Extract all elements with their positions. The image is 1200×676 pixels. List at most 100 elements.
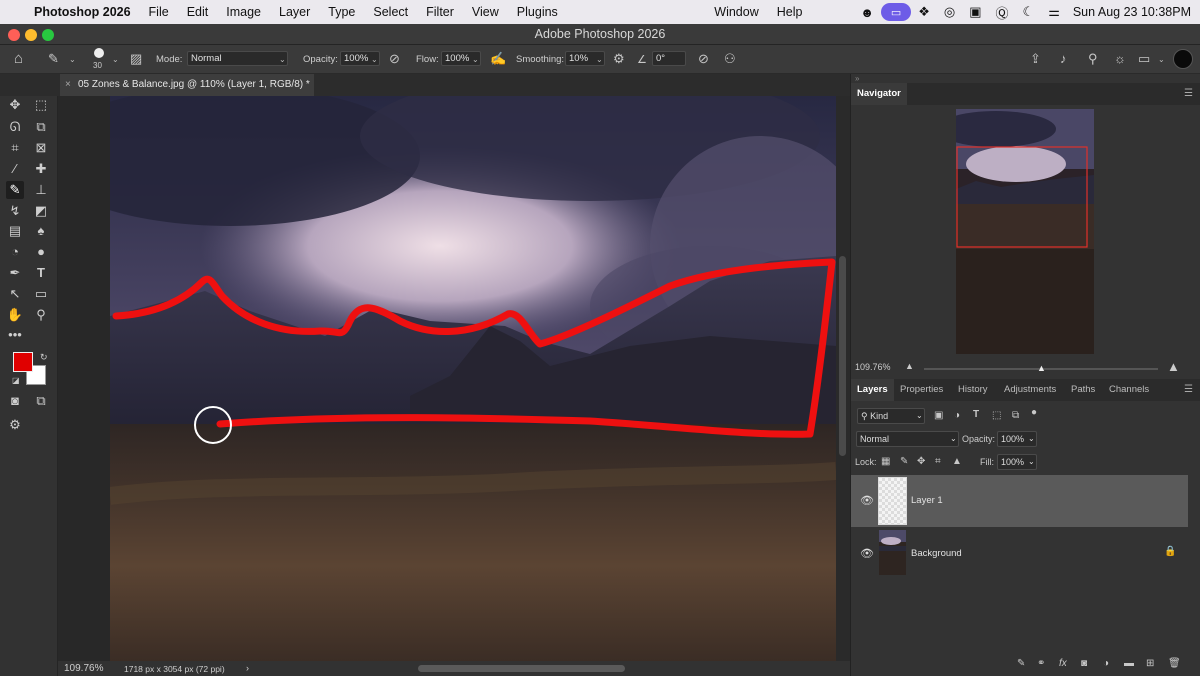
brush-preview-icon[interactable] <box>94 48 104 58</box>
search-icon[interactable]: ⚲ <box>1088 51 1098 67</box>
add-mask-icon[interactable]: ◙ <box>1081 658 1087 669</box>
chevron-down-icon[interactable]: ⌄ <box>472 55 479 64</box>
pressure-opacity-icon[interactable]: ⊘ <box>389 51 400 67</box>
menu-select[interactable]: Select <box>364 5 417 19</box>
menu-edit[interactable]: Edit <box>178 5 218 19</box>
lock-position-icon[interactable]: ✥ <box>917 456 925 467</box>
panel-menu-icon[interactable]: ☰ <box>1184 88 1193 99</box>
zoom-window-button[interactable] <box>42 29 54 41</box>
mode-select[interactable]: Normal <box>187 51 288 66</box>
marquee-tool-icon[interactable]: ⬚ <box>32 96 50 114</box>
chevron-right-icon[interactable]: › <box>246 663 249 673</box>
layer-row-background[interactable]: 👁 Background 🔒 <box>851 527 1188 579</box>
minimize-window-button[interactable] <box>25 29 37 41</box>
share-icon[interactable]: ⇪ <box>1030 51 1041 67</box>
new-layer-icon[interactable]: ⊞ <box>1146 658 1154 669</box>
menu-type[interactable]: Type <box>319 5 364 19</box>
menu-filter[interactable]: Filter <box>417 5 463 19</box>
fx-icon[interactable]: fx <box>1059 658 1067 669</box>
brush-tool-preset-icon[interactable]: ✎ <box>48 51 59 67</box>
link-layers-icon[interactable]: ⚭ <box>1037 658 1045 669</box>
workspace-icon[interactable]: ▭ <box>1138 51 1150 67</box>
zoom-tool-icon[interactable]: ⚲ <box>32 306 50 324</box>
crop-tool-icon[interactable]: ⌗ <box>6 139 24 157</box>
path-selection-tool-icon[interactable]: ↖ <box>6 285 24 303</box>
menu-plugins[interactable]: Plugins <box>508 5 567 19</box>
filter-type-icon[interactable]: T <box>973 409 979 420</box>
lock-all-icon[interactable]: ▲ <box>952 456 962 467</box>
type-tool-icon[interactable]: T <box>32 264 50 282</box>
menu-window[interactable]: Window <box>705 5 767 19</box>
moon-icon[interactable]: ☾ <box>1016 4 1042 20</box>
hand-tool-icon[interactable]: ✋ <box>6 306 24 324</box>
creative-cloud-icon[interactable]: ▭ <box>880 3 912 21</box>
chevron-down-icon[interactable]: ⌄ <box>1158 55 1165 64</box>
q-icon[interactable]: Ⓠ <box>989 3 1016 22</box>
chevron-down-icon[interactable]: ⌄ <box>279 55 286 64</box>
menu-view[interactable]: View <box>463 5 508 19</box>
foreground-color-swatch[interactable] <box>13 352 33 372</box>
tab-layers[interactable]: Layers <box>851 379 894 401</box>
screen-mode-icon[interactable]: ⧉ <box>32 392 50 410</box>
zoom-slider-handle[interactable]: ▲ <box>1037 363 1046 373</box>
filter-kind-select[interactable]: ⚲ Kind ⌄ <box>857 408 925 424</box>
bell-icon[interactable]: ♪ <box>1060 51 1067 66</box>
gradient-tool-icon[interactable]: ▤ <box>6 222 24 240</box>
eye-icon[interactable]: 👁 <box>860 494 874 507</box>
document-canvas[interactable] <box>110 96 836 661</box>
layer-row-layer-1[interactable]: 👁 Layer 1 <box>851 475 1188 527</box>
pen-tool-icon[interactable]: ✒ <box>6 264 24 282</box>
close-window-button[interactable] <box>8 29 20 41</box>
tab-adjustments[interactable]: Adjustments <box>998 379 1062 401</box>
chevron-down-icon[interactable]: ⌄ <box>596 55 603 64</box>
layer-thumbnail[interactable] <box>879 530 906 575</box>
layer-name[interactable]: Layer 1 <box>911 495 943 506</box>
collapse-icon[interactable]: » <box>855 74 859 83</box>
tab-properties[interactable]: Properties <box>894 379 949 401</box>
lock-transparent-icon[interactable]: ▦ <box>881 456 890 467</box>
dropbox-icon[interactable]: ❖ <box>911 4 937 20</box>
rectangle-tool-icon[interactable]: ▭ <box>32 285 50 303</box>
sponge-tool-icon[interactable]: ● <box>32 243 50 261</box>
history-brush-tool-icon[interactable]: ↯ <box>6 202 24 220</box>
airbrush-icon[interactable]: ✍ <box>490 51 506 67</box>
tab-paths[interactable]: Paths <box>1065 379 1101 401</box>
clock[interactable]: Sun Aug 23 10:38PM <box>1067 5 1200 19</box>
zoom-in-icon[interactable]: ▲ <box>1167 359 1180 374</box>
document-dimensions[interactable]: 1718 px x 3054 px (72 ppi) <box>124 664 225 674</box>
lock-artboard-icon[interactable]: ⌗ <box>935 456 941 467</box>
panel-menu-icon[interactable]: ☰ <box>1184 384 1193 395</box>
eye-icon[interactable]: 👁 <box>860 547 874 560</box>
close-tab-icon[interactable]: × <box>65 74 71 95</box>
chevron-down-icon[interactable]: ⌄ <box>112 55 119 64</box>
new-group-icon[interactable]: ▬ <box>1124 658 1134 669</box>
scroll-thumb[interactable] <box>839 256 846 456</box>
layer-thumbnail[interactable] <box>878 477 907 525</box>
tab-navigator[interactable]: Navigator <box>851 83 907 105</box>
brush-settings-icon[interactable]: ▨ <box>130 51 142 67</box>
healing-brush-tool-icon[interactable]: ✚ <box>32 160 50 178</box>
menu-file[interactable]: File <box>140 5 178 19</box>
zoom-level[interactable]: 109.76% <box>64 663 103 674</box>
navigator-thumbnail[interactable] <box>956 109 1094 354</box>
menu-image[interactable]: Image <box>217 5 270 19</box>
filter-smart-object-icon[interactable]: ⧉ <box>1012 410 1019 421</box>
brush-icon[interactable]: ✎ <box>1017 658 1025 669</box>
object-select-tool-icon[interactable]: ⧉ <box>32 118 50 136</box>
quick-mask-icon[interactable]: ◙ <box>6 392 24 410</box>
default-colors-icon[interactable]: ◪ <box>12 376 20 385</box>
dodge-tool-icon[interactable]: ◔ <box>6 243 24 261</box>
trash-icon[interactable]: 🗑 <box>1168 658 1181 669</box>
brush-tool-icon[interactable]: ✎ <box>6 181 24 199</box>
sync-icon[interactable]: ◎ <box>937 4 962 20</box>
filter-toggle-icon[interactable]: ● <box>1031 407 1037 418</box>
gear-icon[interactable]: ⚙ <box>613 51 625 67</box>
filter-pixel-icon[interactable]: ▣ <box>934 410 943 421</box>
filter-shape-icon[interactable]: ⬚ <box>992 410 1001 421</box>
clone-stamp-tool-icon[interactable]: ⊥ <box>32 181 50 199</box>
menu-help[interactable]: Help <box>768 5 812 19</box>
tab-channels[interactable]: Channels <box>1103 379 1155 401</box>
navigator-zoom[interactable]: 109.76% <box>855 362 891 372</box>
angle-input[interactable]: 0° <box>652 51 686 66</box>
layer-opacity-input[interactable]: 100% ⌄ <box>997 431 1037 447</box>
